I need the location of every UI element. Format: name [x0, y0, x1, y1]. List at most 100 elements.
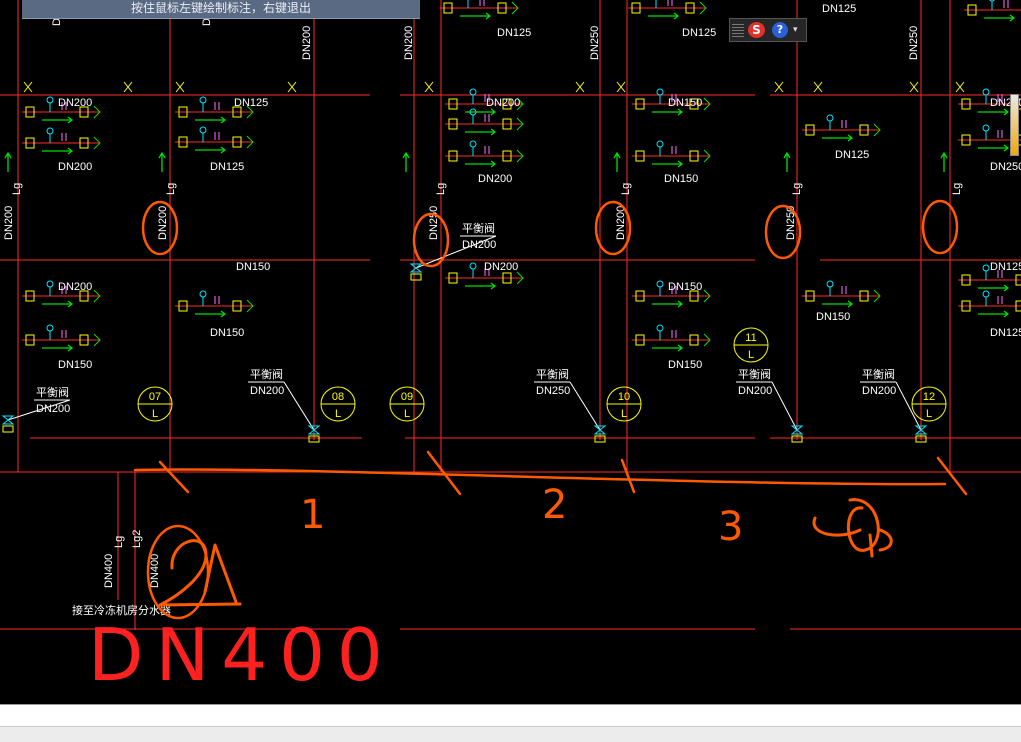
axis-letter: L: [404, 408, 410, 420]
pipe-size-label: DN125: [990, 327, 1021, 339]
valve-note: 平衡阀 DN250: [534, 367, 607, 443]
pipe-size-label: DN200: [58, 97, 92, 109]
axis-bubble: 12 L: [911, 386, 947, 422]
axis-bubble: 07 L: [137, 386, 173, 422]
axis-letter: L: [926, 408, 932, 420]
branch-valve-group: [632, 140, 711, 168]
pipe-lines: [0, 0, 1021, 630]
branch-valve-group: [802, 280, 881, 308]
cad-drawing: DN25DN25DN200DN200DN250DN125DN125DN250DN…: [0, 0, 1021, 697]
riser-size-label: DN250: [785, 206, 797, 240]
axis-bubble: 10 L: [606, 386, 642, 422]
axis-letter: L: [621, 408, 627, 420]
valve-note-size: DN200: [462, 239, 496, 251]
pipe-support-markers: [23, 81, 965, 93]
riser-size-label: DN200: [3, 206, 15, 240]
handwritten-number: 3: [718, 504, 743, 550]
color-scroll-strip[interactable]: [1010, 94, 1019, 156]
valve-note-title: 平衡阀: [36, 385, 69, 399]
axis-number: 08: [332, 391, 344, 403]
valve-note-size: DN250: [536, 385, 570, 397]
valve-note: 平衡阀DN200: [1, 385, 70, 433]
valve-note-title: 平衡阀: [250, 367, 283, 381]
tick-stroke: [158, 460, 190, 494]
pipe-size-label: DN200: [58, 281, 92, 293]
pipe-size-label: DN125: [210, 161, 244, 173]
tick-stroke: [620, 458, 636, 494]
valve-note-title: 平衡阀: [862, 367, 895, 381]
help-icon[interactable]: ?: [772, 22, 788, 38]
branch-valve-group: [22, 324, 101, 352]
riser-tag-label: Lg: [435, 183, 447, 195]
branch-valve-group: [175, 290, 254, 318]
pipe-size-label: DN200: [478, 173, 512, 185]
pipe-size-label: DN125: [234, 97, 268, 109]
pipe-size-label: DN125: [835, 149, 869, 161]
branch-valve-group: [802, 114, 881, 142]
riser-size-label: DN250: [428, 206, 440, 240]
pipe-size-label: DN150: [668, 359, 702, 371]
branch-valve-group: [445, 140, 524, 168]
pipe-size-label: DN125: [990, 261, 1021, 273]
branch-valve-group: [958, 290, 1021, 318]
riser-tag-label: Lg: [791, 183, 803, 195]
pipe-size-label: DN150: [816, 311, 850, 323]
branch-assemblies: [22, 0, 1021, 352]
axis-number: 12: [923, 391, 935, 403]
riser-size-label: DN200: [157, 206, 169, 240]
pipe-size-label: DN250: [589, 26, 601, 60]
valve-note-title: 平衡阀: [462, 221, 495, 235]
grip-icon[interactable]: [732, 23, 744, 37]
pipe-size-label: DN125: [497, 27, 531, 39]
branch-valve-group: [964, 0, 1021, 22]
pipe-size-label: DN200: [486, 97, 520, 109]
pipe-size-label: DN150: [668, 281, 702, 293]
valve-note-size: DN200: [738, 385, 772, 397]
pipe-size-label: DN200: [403, 26, 415, 60]
command-hint-bar: 按住鼠标左键绘制标注，右键退出: [22, 0, 420, 19]
riser-tag-label: Lg: [951, 183, 963, 195]
axis-bubble: 11 L: [733, 327, 769, 363]
pipe-size-label: DN150: [210, 327, 244, 339]
handwritten-number: 1: [300, 492, 325, 538]
valve-note-size: DN200: [862, 385, 896, 397]
handwritten-dn400: DN400: [88, 613, 395, 697]
branch-valve-group: [632, 324, 711, 352]
axis-bubble: 08 L: [320, 386, 356, 422]
axis-letter: L: [748, 349, 754, 361]
pipe-size-label: DN250: [990, 161, 1021, 173]
valve-note-title: 平衡阀: [536, 367, 569, 381]
handwritten-number: 2: [542, 482, 567, 528]
axis-number: 09: [401, 391, 413, 403]
valve-note: 平衡阀 DN200: [736, 367, 804, 443]
pipe-size-label: DN150: [58, 359, 92, 371]
axis-bubble: 09 L: [389, 386, 425, 422]
riser-size-label: DN400: [149, 554, 161, 588]
tick-stroke: [936, 456, 968, 496]
valve-note-title: 平衡阀: [738, 367, 771, 381]
pipe-size-label: DN150: [668, 97, 702, 109]
branch-valve-group: [175, 126, 254, 154]
ime-toolbar[interactable]: S ? ▾: [729, 18, 807, 42]
branch-valve-group: [628, 0, 707, 20]
axis-number: 11: [745, 332, 756, 344]
cad-drawing-canvas[interactable]: DN25DN25DN200DN200DN250DN125DN125DN250DN…: [0, 0, 1021, 704]
riser-tag-label: Lg: [113, 536, 125, 548]
riser-tag-label: Lg2: [131, 530, 143, 548]
pipe-size-label: DN250: [908, 26, 920, 60]
pipe-size-label: DN200: [58, 161, 92, 173]
pipe-size-label: DN150: [664, 173, 698, 185]
pipe-size-label: DN150: [236, 261, 270, 273]
axis-letter: L: [152, 408, 158, 420]
scribble-stroke: [158, 539, 242, 607]
valve-note: 平衡阀 DN200: [248, 367, 321, 443]
branch-valve-group: [440, 0, 519, 20]
command-line-area[interactable]: [0, 704, 1021, 727]
valve-note-size: DN200: [250, 385, 284, 397]
sogou-logo-icon[interactable]: S: [748, 22, 765, 38]
balance-valve-notes: 平衡阀DN200平衡阀DN200平衡阀DN200平衡阀DN250平衡阀DN200…: [1, 221, 928, 443]
riser-size-label: DN400: [103, 554, 115, 588]
chevron-down-icon[interactable]: ▾: [793, 25, 798, 35]
pipe-size-label: DN200: [484, 261, 518, 273]
branch-valve-group: [445, 108, 524, 136]
